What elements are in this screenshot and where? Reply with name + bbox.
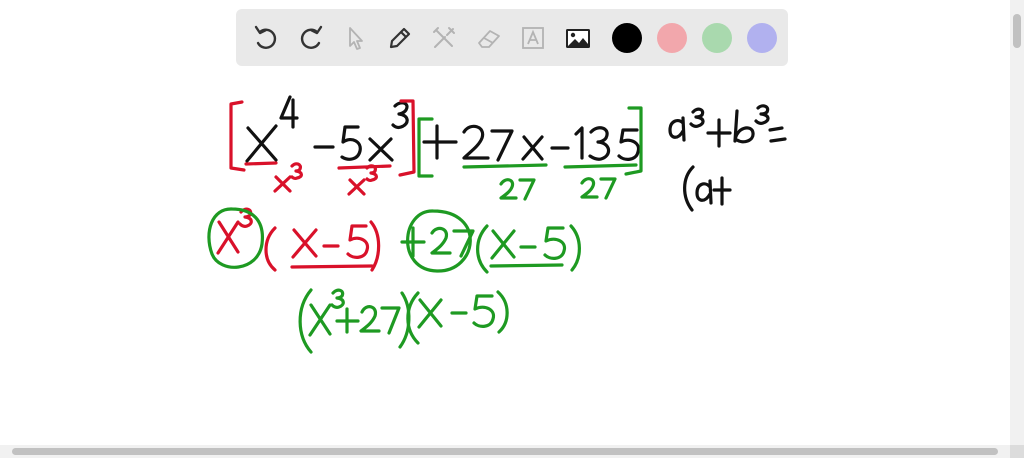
whiteboard	[0, 0, 1024, 458]
vertical-scroll-thumb[interactable]	[1013, 14, 1021, 48]
vertical-scrollbar[interactable]	[1010, 0, 1024, 445]
ink-red	[216, 99, 416, 272]
scrollbar-corner	[1010, 445, 1024, 458]
horizontal-scrollbar[interactable]	[0, 445, 1010, 458]
ink-black	[245, 95, 787, 212]
drawing-canvas[interactable]	[0, 0, 1010, 445]
horizontal-scroll-thumb[interactable]	[12, 448, 998, 455]
